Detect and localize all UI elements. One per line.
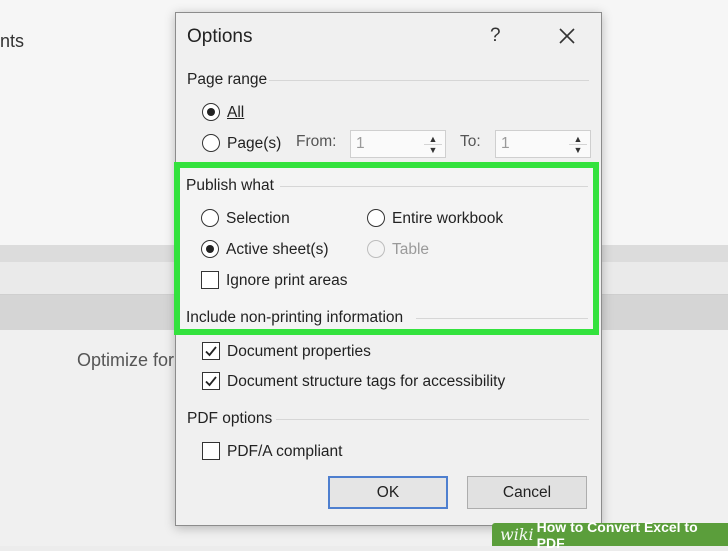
ignore-print-areas-label: Ignore print areas (226, 272, 348, 289)
group-divider (280, 186, 588, 187)
spin-down-icon[interactable]: ▼ (424, 144, 442, 155)
page-range-label: Page range (187, 71, 268, 88)
from-label: From: (296, 133, 337, 150)
group-divider (276, 419, 589, 420)
wikihow-logo: wiki (500, 525, 534, 544)
checkmark-icon (205, 376, 217, 387)
document-properties-label: Document properties (227, 343, 371, 360)
structure-tags-checkbox[interactable] (202, 372, 220, 390)
group-divider (269, 80, 589, 81)
from-spin-buttons: ▲ ▼ (424, 133, 442, 155)
pdf-options-label: PDF options (187, 410, 273, 427)
cancel-button[interactable]: Cancel (467, 476, 587, 509)
all-label: All (227, 104, 245, 121)
document-properties-checkbox[interactable] (202, 342, 220, 360)
to-value: 1 (501, 135, 510, 152)
ignore-print-areas-checkbox[interactable] (201, 271, 219, 289)
from-value: 1 (356, 135, 365, 152)
entire-workbook-label: Entire workbook (392, 210, 504, 227)
from-spinner[interactable]: 1 ▲ ▼ (350, 130, 446, 158)
structure-tags-label: Document structure tags for accessibilit… (227, 373, 506, 390)
all-radio[interactable] (202, 103, 220, 121)
selection-label: Selection (226, 210, 290, 227)
close-button[interactable] (552, 21, 582, 51)
spin-down-icon[interactable]: ▼ (569, 144, 587, 155)
close-icon (559, 28, 575, 44)
selection-radio[interactable] (201, 209, 219, 227)
background-optimize-label: Optimize for (77, 350, 175, 370)
dialog-title: Options (187, 26, 253, 47)
publish-what-highlight: Publish what Selection Entire workbook A… (174, 162, 599, 335)
entire-workbook-radio[interactable] (367, 209, 385, 227)
pages-label: Page(s) (227, 135, 282, 152)
table-label: Table (392, 241, 430, 258)
pages-radio[interactable] (202, 134, 220, 152)
table-radio[interactable] (367, 240, 385, 258)
to-spinner[interactable]: 1 ▲ ▼ (495, 130, 591, 158)
to-spin-buttons: ▲ ▼ (569, 133, 587, 155)
pdfa-label: PDF/A compliant (227, 443, 343, 460)
active-sheets-label: Active sheet(s) (226, 241, 329, 258)
pdfa-checkbox[interactable] (202, 442, 220, 460)
active-sheets-radio[interactable] (201, 240, 219, 258)
non-printing-label: Include non-printing information (186, 309, 404, 326)
publish-what-label: Publish what (186, 177, 274, 194)
watermark-banner: wiki How to Convert Excel to PDF (492, 519, 728, 551)
checkmark-icon (205, 346, 217, 357)
background-text: nts (0, 31, 25, 51)
to-label: To: (460, 133, 481, 150)
help-button[interactable]: ? (490, 25, 501, 47)
group-divider (416, 318, 588, 319)
ok-button[interactable]: OK (328, 476, 448, 509)
